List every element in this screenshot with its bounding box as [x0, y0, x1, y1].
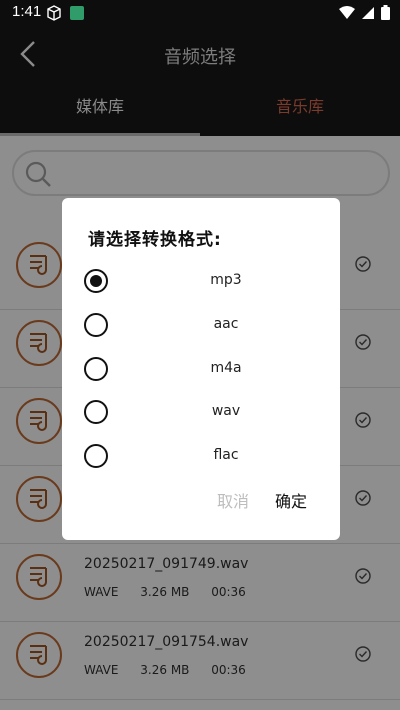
- status-indicators: [339, 5, 390, 20]
- format-option-m4a[interactable]: m4a: [62, 349, 340, 389]
- signal-icon: [362, 6, 374, 19]
- radio-unselected[interactable]: [84, 400, 108, 424]
- list-item[interactable]: 20250217_091749.wav WAVE 3.26 MB 00:36: [0, 544, 400, 622]
- audio-file-icon: [16, 398, 62, 444]
- check-circle-icon[interactable]: [354, 567, 372, 585]
- tab-bar: 媒体库 音乐库: [0, 84, 400, 136]
- file-format: WAVE: [84, 663, 119, 677]
- dialog-title: 请选择转换格式:: [88, 230, 222, 250]
- file-meta: WAVE 3.26 MB 00:36: [84, 585, 264, 599]
- file-duration: 00:36: [211, 585, 246, 599]
- audio-file-icon: [16, 320, 62, 366]
- check-circle-icon[interactable]: [354, 489, 372, 507]
- format-option-label: mp3: [210, 272, 242, 288]
- audio-file-icon: [16, 242, 62, 288]
- check-circle-icon[interactable]: [354, 645, 372, 663]
- radio-unselected[interactable]: [84, 313, 108, 337]
- search-icon: [25, 161, 51, 187]
- format-option-flac[interactable]: flac: [62, 436, 340, 476]
- audio-file-icon: [16, 632, 62, 678]
- file-name: 20250217_091754.wav: [84, 634, 249, 650]
- confirm-button[interactable]: 确定: [275, 488, 307, 512]
- format-option-label: flac: [213, 447, 239, 463]
- radio-unselected[interactable]: [84, 357, 108, 381]
- battery-icon: [381, 5, 390, 20]
- format-option-mp3[interactable]: mp3: [62, 261, 340, 301]
- radio-selected[interactable]: [84, 269, 108, 293]
- status-time: 1:41: [12, 3, 42, 20]
- active-tab-indicator: [0, 133, 200, 136]
- file-format: WAVE: [84, 585, 119, 599]
- format-option-wav[interactable]: wav: [62, 392, 340, 432]
- file-duration: 00:36: [211, 663, 246, 677]
- format-option-label: m4a: [210, 360, 242, 376]
- audio-file-icon: [16, 476, 62, 522]
- check-circle-icon[interactable]: [354, 411, 372, 429]
- format-dialog: 请选择转换格式: mp3 aac m4a wav flac 取消 确定: [62, 198, 340, 540]
- format-option-aac[interactable]: aac: [62, 305, 340, 345]
- file-meta: WAVE 3.26 MB 00:36: [84, 663, 264, 677]
- app-header: 音频选择: [0, 26, 400, 84]
- audio-file-icon: [16, 554, 62, 600]
- app-notification-icon: [70, 6, 84, 20]
- cancel-button[interactable]: 取消: [217, 488, 249, 512]
- list-item[interactable]: 20250217_091754.wav WAVE 3.26 MB 00:36: [0, 622, 400, 700]
- tab-music-library[interactable]: 音乐库: [200, 84, 400, 136]
- search-input[interactable]: [12, 150, 390, 196]
- status-bar: 1:41: [0, 0, 400, 26]
- file-size: 3.26 MB: [140, 585, 190, 599]
- check-circle-icon[interactable]: [354, 255, 372, 273]
- wifi-icon: [339, 5, 355, 19]
- file-size: 3.26 MB: [140, 663, 190, 677]
- cube-icon: [47, 5, 61, 21]
- page-title: 音频选择: [164, 47, 236, 68]
- radio-unselected[interactable]: [84, 444, 108, 468]
- format-option-label: wav: [211, 403, 241, 419]
- file-name: 20250217_091749.wav: [84, 556, 249, 572]
- check-circle-icon[interactable]: [354, 333, 372, 351]
- format-option-label: aac: [213, 316, 239, 332]
- tab-media-library[interactable]: 媒体库: [0, 84, 200, 136]
